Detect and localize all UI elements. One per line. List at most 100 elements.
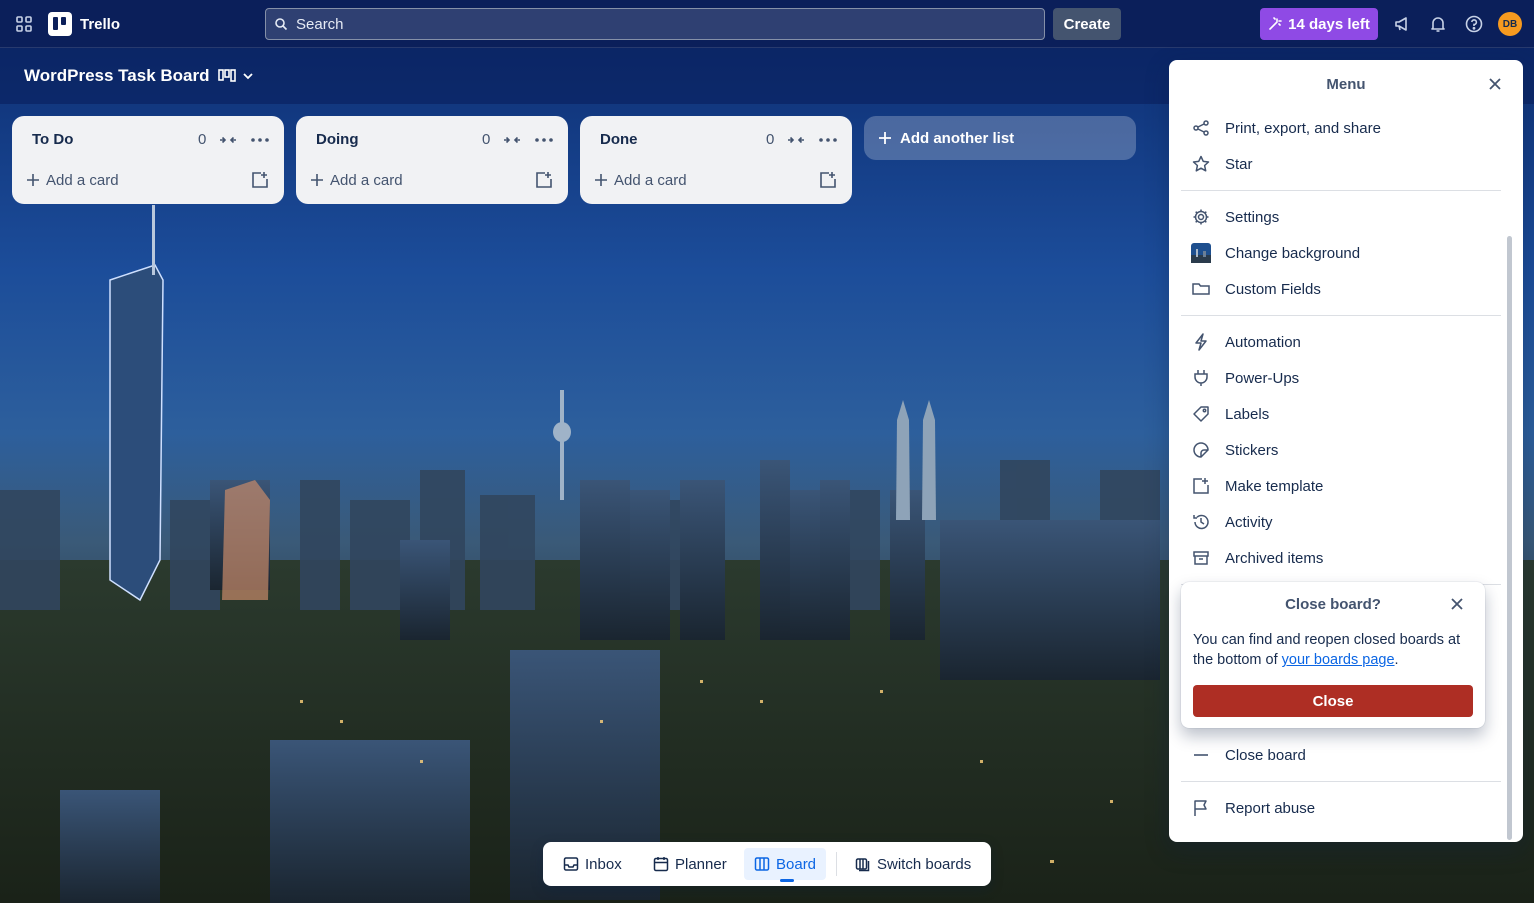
menu-item-label: Close board: [1225, 746, 1306, 764]
trello-logo-icon: [48, 12, 72, 36]
chevron-down-icon: [243, 73, 253, 80]
collapse-list-icon[interactable]: [502, 130, 522, 150]
list-card-count: 0: [766, 131, 775, 148]
board-view-icon: [218, 69, 236, 82]
flag-icon: [1191, 798, 1211, 818]
list-done: Done 0 Add a card: [580, 116, 852, 204]
list-title[interactable]: Done: [600, 131, 638, 148]
list-card-count: 0: [482, 131, 491, 148]
search-icon: [275, 18, 288, 31]
sticker-icon: [1191, 440, 1211, 460]
plus-icon: [311, 174, 323, 186]
plug-icon: [1191, 368, 1211, 388]
board-title[interactable]: WordPress Task Board: [24, 66, 210, 86]
sparkle-icon: [1269, 17, 1282, 30]
menu-item-label: Settings: [1225, 208, 1280, 226]
more-options-icon[interactable]: [248, 130, 272, 150]
confirm-close-button[interactable]: Close: [1193, 685, 1473, 717]
collapse-list-icon[interactable]: [218, 130, 238, 150]
background-thumbnail-icon: [1191, 243, 1211, 263]
more-options-icon[interactable]: [532, 130, 556, 150]
plus-icon: [27, 174, 39, 186]
bell-icon[interactable]: [1426, 12, 1450, 36]
list-title[interactable]: Doing: [316, 131, 359, 148]
close-icon[interactable]: [1447, 594, 1467, 614]
menu-title: Menu: [1326, 76, 1366, 93]
create-from-template-icon[interactable]: [818, 170, 838, 190]
megaphone-icon[interactable]: [1390, 12, 1414, 36]
create-from-template-icon[interactable]: [250, 170, 270, 190]
add-card-button[interactable]: Add a card: [310, 168, 510, 192]
menu-scrollbar-thumb[interactable]: [1507, 236, 1512, 840]
list-title[interactable]: To Do: [32, 131, 73, 148]
menu-item-make-template[interactable]: Make template: [1181, 470, 1501, 502]
menu-item-archived-items[interactable]: Archived items: [1181, 542, 1501, 574]
list-doing: Doing 0 Add a card: [296, 116, 568, 204]
custom-fields-icon: [1191, 279, 1211, 299]
add-card-button[interactable]: Add a card: [26, 168, 226, 192]
user-avatar[interactable]: DB: [1498, 12, 1522, 36]
board-icon: [754, 857, 770, 871]
top-navigation-bar: Trello Create 14 days left DB: [0, 0, 1534, 48]
your-boards-page-link[interactable]: your boards page: [1282, 652, 1395, 668]
menu-item-stickers[interactable]: Stickers: [1181, 434, 1501, 466]
star-icon: [1191, 154, 1211, 174]
list-to-do: To Do 0 Add a card: [12, 116, 284, 204]
tag-icon: [1191, 404, 1211, 424]
bottom-nav-switch-boards[interactable]: Switch boards: [845, 848, 981, 880]
bottom-nav-board[interactable]: Board: [744, 848, 827, 882]
add-another-list-button[interactable]: Add another list: [864, 116, 1136, 160]
menu-scrollbar[interactable]: [1505, 108, 1513, 840]
app-switcher-icon[interactable]: [12, 12, 36, 36]
menu-item-change-background[interactable]: Change background: [1181, 237, 1501, 269]
lightning-icon: [1191, 332, 1211, 352]
menu-item-report-abuse[interactable]: Report abuse: [1181, 792, 1501, 824]
menu-item-activity[interactable]: Activity: [1181, 506, 1501, 538]
history-icon: [1191, 512, 1211, 532]
menu-divider: [1181, 315, 1501, 316]
list-card-count: 0: [198, 131, 207, 148]
menu-item-label: Star: [1225, 155, 1253, 173]
menu-item-labels[interactable]: Labels: [1181, 398, 1501, 430]
create-from-template-icon[interactable]: [534, 170, 554, 190]
menu-item-label: Print, export, and share: [1225, 119, 1381, 137]
add-card-label: Add a card: [330, 171, 403, 189]
add-card-button[interactable]: Add a card: [594, 168, 794, 192]
search-input[interactable]: [296, 15, 996, 33]
create-button[interactable]: Create: [1053, 8, 1121, 40]
search-box[interactable]: [265, 8, 1045, 40]
template-icon: [1191, 476, 1211, 496]
menu-item-power-ups[interactable]: Power-Ups: [1181, 362, 1501, 394]
collapse-list-icon[interactable]: [786, 130, 806, 150]
gear-icon: [1191, 207, 1211, 227]
menu-item-label: Automation: [1225, 333, 1301, 351]
close-icon[interactable]: [1483, 72, 1507, 96]
trial-days-left-button[interactable]: 14 days left: [1260, 8, 1378, 40]
trello-logo[interactable]: Trello: [48, 12, 120, 36]
menu-item-label: Archived items: [1225, 549, 1324, 567]
plus-icon: [879, 132, 891, 144]
more-options-icon[interactable]: [816, 130, 840, 150]
app-name: Trello: [80, 15, 121, 33]
popover-title: Close board?: [1285, 596, 1381, 613]
trial-label: 14 days left: [1288, 15, 1370, 33]
add-card-label: Add a card: [614, 171, 687, 189]
archive-icon: [1191, 548, 1211, 568]
menu-item-custom-fields[interactable]: Custom Fields: [1181, 273, 1501, 305]
help-icon[interactable]: [1462, 12, 1486, 36]
menu-item-print-export-share[interactable]: Print, export, and share: [1181, 112, 1501, 144]
bottom-nav-label: Inbox: [585, 855, 622, 873]
menu-item-star[interactable]: Star: [1181, 148, 1501, 180]
menu-item-label: Labels: [1225, 405, 1270, 423]
bottom-nav-inbox[interactable]: Inbox: [553, 848, 632, 880]
menu-item-automation[interactable]: Automation: [1181, 326, 1501, 358]
menu-item-label: Custom Fields: [1225, 280, 1321, 298]
menu-item-close-board[interactable]: Close board: [1181, 739, 1501, 771]
menu-item-settings[interactable]: Settings: [1181, 201, 1501, 233]
menu-divider: [1181, 190, 1501, 191]
switch-boards-icon: [855, 858, 870, 872]
board-view-switcher[interactable]: [218, 64, 262, 88]
bottom-nav-planner[interactable]: Planner: [643, 848, 737, 880]
add-card-label: Add a card: [46, 171, 119, 189]
popover-description: You can find and reopen closed boards at…: [1193, 630, 1477, 670]
